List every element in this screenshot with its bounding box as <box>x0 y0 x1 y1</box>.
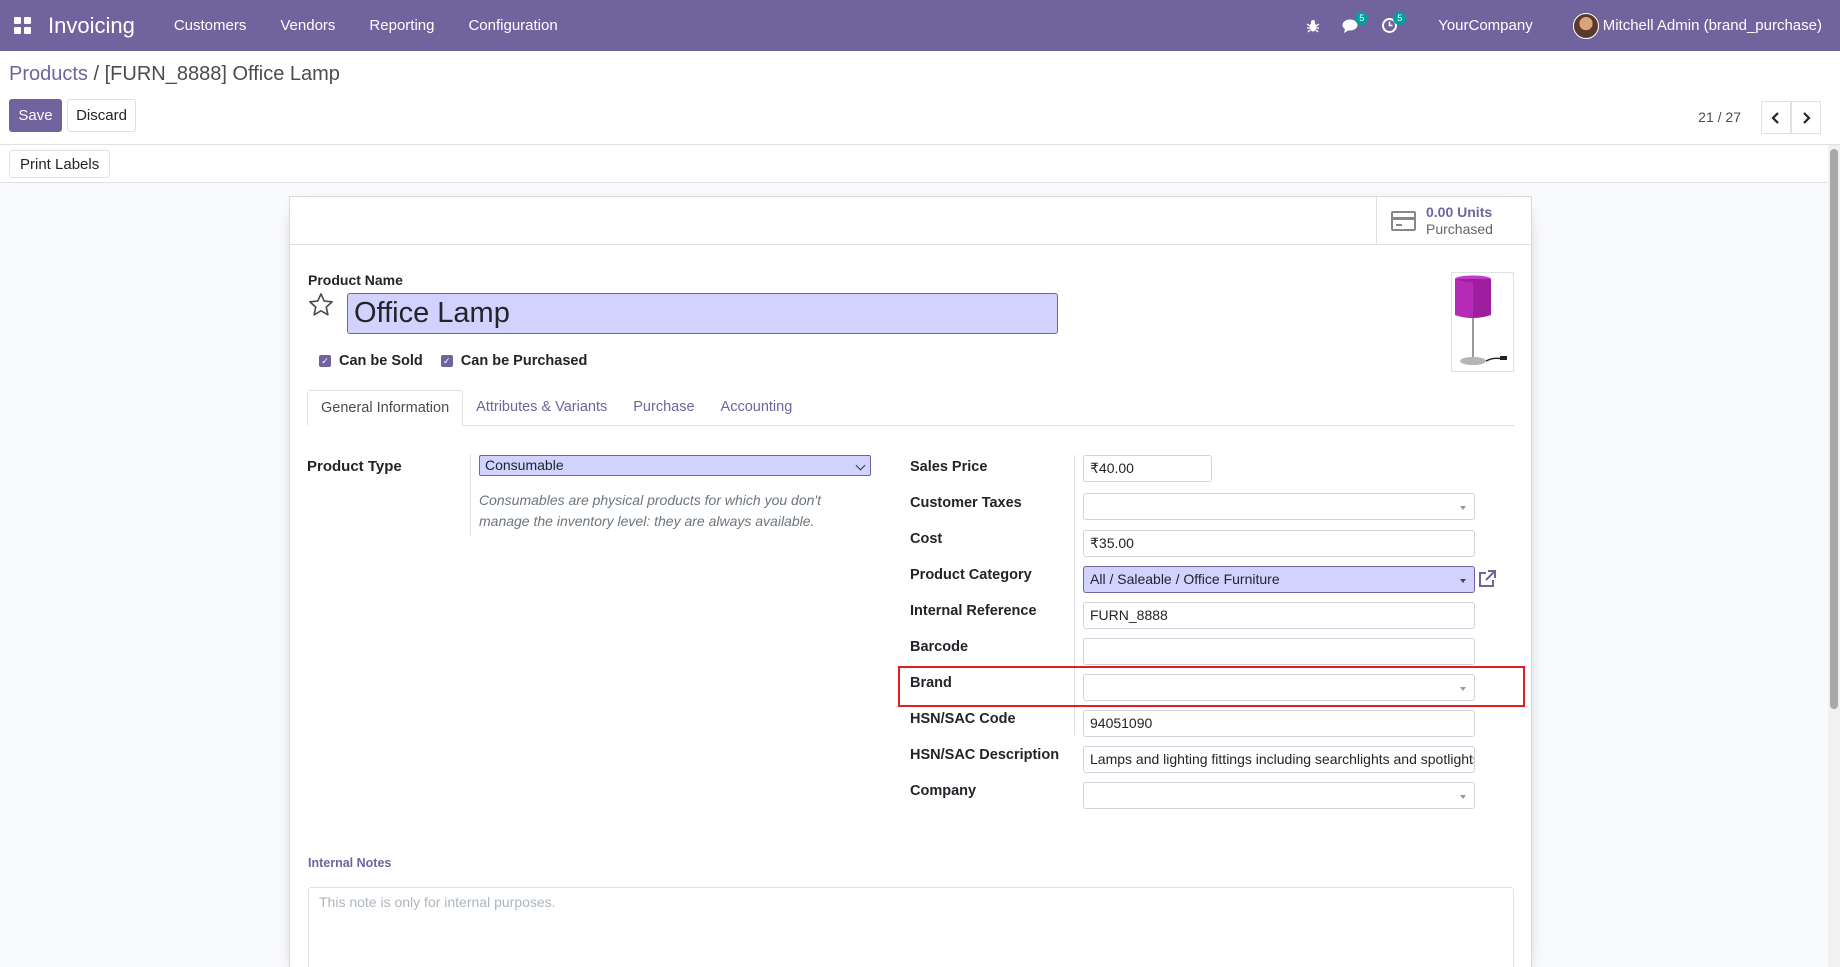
product-type-label: Product Type <box>307 458 402 475</box>
product-type-select[interactable]: Consumable <box>479 455 871 476</box>
product-type-help: Consumables are physical products for wh… <box>479 492 821 529</box>
credit-card-icon <box>1391 210 1416 231</box>
barcode-label: Barcode <box>910 639 969 655</box>
menu-reporting[interactable]: Reporting <box>369 17 434 34</box>
pager-previous-button[interactable] <box>1761 101 1791 134</box>
can-be-sold-checkbox[interactable]: ✓ <box>319 355 331 367</box>
pager-value[interactable]: 21 / 27 <box>1698 109 1741 125</box>
activities-badge: 5 <box>1393 12 1407 25</box>
control-panel: Products / [FURN_8888] Office Lamp Save … <box>0 51 1840 145</box>
activities-clock-icon[interactable]: 5 <box>1370 0 1408 51</box>
page-scrollbar[interactable] <box>1828 145 1840 967</box>
avatar <box>1572 12 1599 39</box>
tab-general-information[interactable]: General Information <box>307 390 464 426</box>
user-name: Mitchell Admin (brand_purchase) <box>1602 17 1822 34</box>
product-name-input[interactable]: Office Lamp <box>347 293 1058 334</box>
messages-badge: 5 <box>1355 12 1369 25</box>
product-category-label: Product Category <box>910 567 1032 583</box>
purchased-value: 0.00 Units <box>1426 203 1493 220</box>
breadcrumb: Products / [FURN_8888] Office Lamp <box>9 63 340 86</box>
customer-taxes-label: Customer Taxes <box>910 495 1022 511</box>
tab-purchase[interactable]: Purchase <box>620 390 707 426</box>
barcode-input[interactable] <box>1083 638 1475 665</box>
can-be-purchased-checkbox[interactable]: ✓ <box>440 355 453 367</box>
breadcrumb-current: [FURN_8888] Office Lamp <box>104 63 340 85</box>
app-name[interactable]: Invoicing <box>48 13 135 39</box>
user-menu[interactable]: Mitchell Admin (brand_purchase) <box>1572 12 1822 39</box>
internal-reference-input[interactable]: FURN_8888 <box>1083 602 1475 629</box>
purchased-stat-button[interactable]: 0.00 Units Purchased <box>1376 197 1531 244</box>
notebook-tabs: General Information Attributes & Variant… <box>307 390 1515 426</box>
company-switcher[interactable]: YourCompany <box>1438 17 1533 34</box>
debug-bug-icon[interactable] <box>1294 0 1332 51</box>
sales-price-input[interactable]: ₹40.00 <box>1083 455 1212 482</box>
brand-label: Brand <box>910 675 952 691</box>
lamp-image-icon <box>1455 275 1507 365</box>
internal-notes-label: Internal Notes <box>308 856 392 870</box>
tab-accounting[interactable]: Accounting <box>708 390 806 426</box>
hsn-description-input[interactable]: Lamps and lighting fittings including se… <box>1083 746 1475 773</box>
internal-notes-textarea[interactable]: This note is only for internal purposes. <box>308 887 1514 967</box>
form-sheet: 0.00 Units Purchased Product Name Office… <box>289 196 1532 967</box>
breadcrumb-separator: / <box>93 63 100 85</box>
purchased-label: Purchased <box>1426 220 1493 237</box>
company-input[interactable] <box>1083 782 1475 809</box>
checkbox-row: ✓ Can be Sold ✓ Can be Purchased <box>319 353 605 369</box>
can-be-purchased-label[interactable]: Can be Purchased <box>461 353 588 369</box>
tab-attributes-variants[interactable]: Attributes & Variants <box>463 390 620 426</box>
pager-next-button[interactable] <box>1791 101 1821 134</box>
top-navbar: Invoicing Customers Vendors Reporting Co… <box>0 0 1840 51</box>
product-category-input[interactable]: All / Saleable / Office Furniture <box>1083 566 1475 593</box>
breadcrumb-products-link[interactable]: Products <box>9 63 88 85</box>
cost-label: Cost <box>910 531 943 547</box>
divider <box>470 454 471 536</box>
discard-button[interactable]: Discard <box>67 99 136 132</box>
cost-input[interactable]: ₹35.00 <box>1083 530 1475 557</box>
menu-vendors[interactable]: Vendors <box>280 17 335 34</box>
scrollbar-thumb[interactable] <box>1830 149 1838 709</box>
external-link-icon[interactable] <box>1477 569 1497 589</box>
product-name-label: Product Name <box>308 272 403 288</box>
hsn-code-input[interactable]: 94051090 <box>1083 710 1475 737</box>
messages-icon[interactable]: 5 <box>1332 0 1370 51</box>
brand-input[interactable] <box>1083 674 1475 701</box>
save-button[interactable]: Save <box>9 99 62 132</box>
apps-menu-icon[interactable] <box>4 0 40 51</box>
customer-taxes-input[interactable] <box>1083 493 1475 520</box>
internal-reference-label: Internal Reference <box>910 603 1037 619</box>
hsn-code-label: HSN/SAC Code <box>910 711 1016 727</box>
print-labels-button[interactable]: Print Labels <box>9 150 111 178</box>
hsn-description-label: HSN/SAC Description <box>910 747 1060 763</box>
sales-price-label: Sales Price <box>910 459 988 475</box>
chevron-left-icon <box>1771 111 1779 124</box>
product-type-value: Consumable <box>485 457 564 473</box>
can-be-sold-label[interactable]: Can be Sold <box>339 353 423 369</box>
button-box: 0.00 Units Purchased <box>290 197 1531 245</box>
form-statusbar: Print Labels <box>0 145 1840 183</box>
favorite-star-icon[interactable] <box>307 291 335 319</box>
product-image[interactable] <box>1451 272 1514 372</box>
chevron-down-icon <box>855 460 866 471</box>
chevron-right-icon <box>1803 111 1811 124</box>
company-label: Company <box>910 783 977 799</box>
menu-customers[interactable]: Customers <box>174 17 247 34</box>
menu-configuration[interactable]: Configuration <box>468 17 557 34</box>
